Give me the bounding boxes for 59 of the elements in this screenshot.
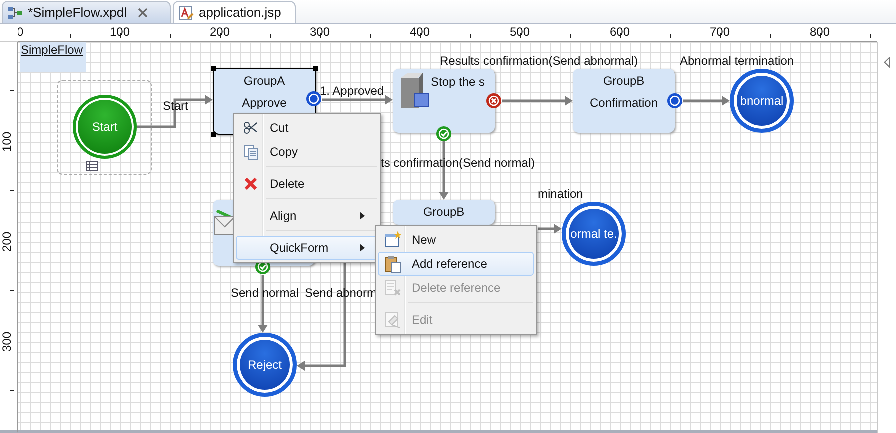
node-label: Confirmation [590,96,658,110]
end-node[interactable]: Reject [233,333,297,397]
tab-label: *SimpleFlow.xpdl [28,5,127,20]
connector-arrow [538,224,562,234]
document-icon [178,4,194,20]
scissors-icon [243,120,259,136]
node-label: Approve [242,96,287,110]
end-node[interactable]: bnormal [730,69,794,133]
menu-item[interactable]: Add reference [378,252,534,276]
ruler-label: 800 [810,25,830,39]
editor-tab[interactable]: application.jsp [173,1,296,23]
new-window-icon [384,231,402,249]
table-icon [86,161,98,171]
connection-label: Start [163,100,188,113]
end-node[interactable]: ormal te. [562,202,626,266]
menu-item[interactable]: QuickForm [236,236,378,260]
close-icon[interactable] [138,8,148,18]
ruler-label: 300 [310,25,330,39]
clipboard-icon [384,255,402,273]
connection-label: Send normal [231,287,300,300]
diagram-title: SimpleFlow [20,42,86,72]
ruler-label: 200 [210,25,230,39]
node-label: GroupA [244,74,286,88]
document-delete-icon [384,279,402,297]
connection-label: ts confirmation(Send normal) [381,157,536,170]
caret-icon [360,244,365,252]
ruler-label: 700 [710,25,730,39]
ruler-label: 400 [410,25,430,39]
menu-item[interactable]: New [378,228,534,252]
delete-icon [243,176,259,192]
activity-node[interactable]: GroupB [393,200,495,225]
connector-arrow [502,96,573,106]
ruler-label: 100 [110,25,130,39]
ruler-label: 300 [0,330,15,354]
check-port-icon[interactable] [436,126,452,142]
connection-label: Results confirmation(Send abnormal) [440,55,638,68]
ruler-label: 600 [610,25,630,39]
editor-tab[interactable]: *SimpleFlow.xpdl [2,1,171,23]
error-port-icon[interactable] [486,93,502,109]
connection-port-icon[interactable] [667,93,683,109]
node-label: GroupB [603,74,645,88]
connection-port-icon[interactable] [306,91,322,107]
activity-node[interactable]: GroupB Confirmation [573,69,675,133]
connection-label: mination [538,188,584,201]
ruler-label: 200 [0,230,15,254]
node-label: GroupB [423,205,465,219]
connection-label: 1. Approved [320,85,384,98]
caret-icon [360,212,365,220]
flow-diagram-icon [7,4,23,20]
ruler-label: 100 [0,130,15,154]
node-label: Stop the s [431,75,486,89]
copy-icon [243,144,259,160]
ruler-label: 500 [510,25,530,39]
server-icon [398,72,430,110]
tab-label: application.jsp [199,5,282,20]
connection-label: Abnormal termination [680,55,794,68]
edit-icon [384,311,402,329]
connector-arrow [683,96,730,106]
collapse-arrow-icon[interactable] [884,57,891,68]
